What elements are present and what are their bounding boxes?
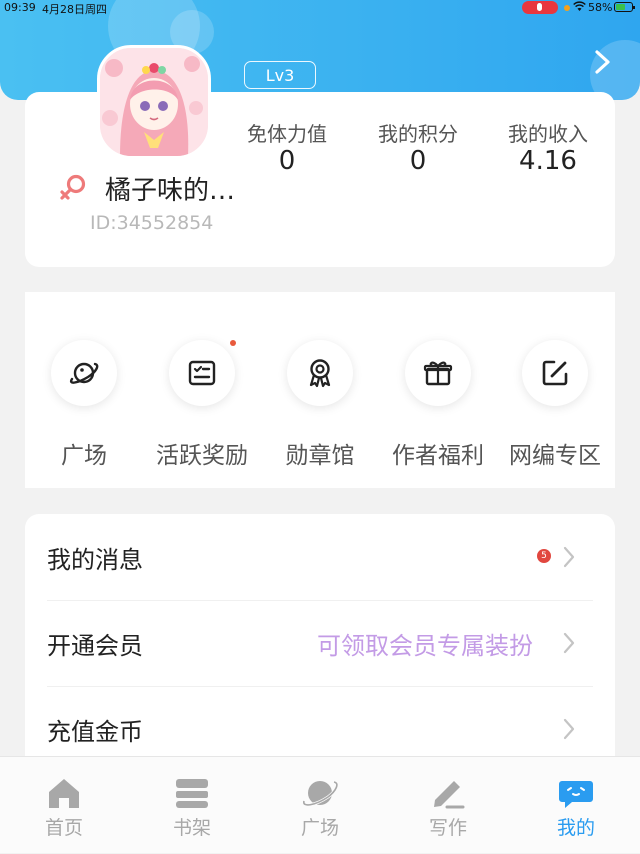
grid-item-plaza[interactable]: 广场 — [24, 340, 144, 470]
avatar[interactable] — [97, 45, 211, 159]
indicator-dot-icon — [564, 5, 570, 11]
tab-mine[interactable]: 我的 — [512, 757, 640, 854]
menu-row-membership[interactable]: 开通会员 可领取会员专属装扮 — [25, 600, 615, 686]
membership-promo-hint: 可领取会员专属装扮 — [317, 632, 533, 660]
home-icon — [49, 779, 79, 808]
profile-header: 09:39 4月28日周四 58% Lv3 — [0, 0, 640, 100]
pen-icon — [434, 781, 465, 809]
chevron-right-icon — [563, 546, 575, 568]
checklist-icon — [188, 360, 216, 386]
username[interactable]: 橘子味的… — [105, 170, 235, 207]
tab-label: 书架 — [172, 817, 211, 839]
grid-item-label: 勋章馆 — [285, 443, 355, 469]
menu-row-messages[interactable]: 我的消息 5 — [25, 514, 615, 600]
grid-item-icon-circle — [169, 340, 235, 406]
grid-item-icon-circle — [51, 340, 117, 406]
gift-icon — [423, 361, 453, 386]
chevron-right-icon — [563, 718, 575, 740]
grid-item-author-benefits[interactable]: 作者福利 — [378, 340, 498, 470]
user-id: ID:34552854 — [90, 212, 214, 234]
menu-row-label: 我的消息 — [47, 546, 143, 574]
grid-item-label: 作者福利 — [392, 443, 484, 469]
chevron-right-icon — [563, 632, 575, 654]
grid-item-icon-circle — [522, 340, 588, 406]
status-time: 09:39 — [4, 1, 36, 14]
tab-label: 我的 — [556, 817, 595, 839]
grid-item-medal-hall[interactable]: 勋章馆 — [260, 340, 380, 470]
grid-item-label: 网编专区 — [509, 443, 601, 469]
stat-value-stamina[interactable]: 0 — [227, 146, 347, 176]
level-badge[interactable]: Lv3 — [244, 61, 316, 89]
tab-write[interactable]: 写作 — [384, 757, 512, 854]
medal-icon — [309, 359, 331, 388]
planet-icon — [69, 362, 99, 384]
tab-home[interactable]: 首页 — [0, 757, 128, 854]
female-gender-icon — [60, 174, 86, 200]
bottom-tab-bar: 首页 书架 广场 写作 我的 — [0, 756, 640, 853]
tab-bookshelf[interactable]: 书架 — [128, 757, 256, 854]
tab-label: 写作 — [428, 817, 467, 839]
avatar-illustration — [100, 48, 208, 156]
grid-item-editor-zone[interactable]: 网编专区 — [495, 340, 615, 470]
stat-value-income[interactable]: 4.16 — [488, 146, 608, 176]
stat-label-points: 我的积分 — [378, 122, 458, 146]
grid-item-activity-rewards[interactable]: 活跃奖励 — [142, 340, 262, 470]
tab-label: 首页 — [44, 817, 83, 839]
edit-icon — [542, 360, 568, 386]
stat-label-stamina: 免体力值 — [247, 122, 327, 146]
wifi-icon — [573, 1, 586, 15]
stat-label-income: 我的收入 — [508, 122, 588, 146]
menu-card: 我的消息 5 开通会员 可领取会员专属装扮 充值金币 — [25, 514, 615, 774]
status-date: 4月28日周四 — [42, 3, 107, 16]
menu-row-label: 充值金币 — [47, 718, 143, 746]
battery-percent: 58% — [588, 1, 613, 14]
bookshelf-icon — [176, 779, 208, 808]
tab-label: 广场 — [300, 817, 339, 839]
unread-badge: 5 — [537, 549, 551, 563]
tab-plaza[interactable]: 广场 — [256, 757, 384, 854]
chat-face-icon — [559, 781, 593, 808]
status-bar: 09:39 4月28日周四 58% — [0, 0, 640, 16]
planet-icon — [302, 780, 338, 807]
grid-item-icon-circle — [287, 340, 353, 406]
microphone-icon — [522, 1, 558, 14]
grid-item-label: 广场 — [61, 443, 107, 469]
menu-row-label: 开通会员 — [47, 632, 143, 660]
grid-item-icon-circle — [405, 340, 471, 406]
chevron-right-icon[interactable] — [592, 48, 614, 76]
stat-value-points[interactable]: 0 — [358, 146, 478, 176]
grid-item-label: 活跃奖励 — [156, 443, 248, 469]
battery-icon — [614, 2, 635, 12]
notification-dot — [230, 340, 236, 346]
